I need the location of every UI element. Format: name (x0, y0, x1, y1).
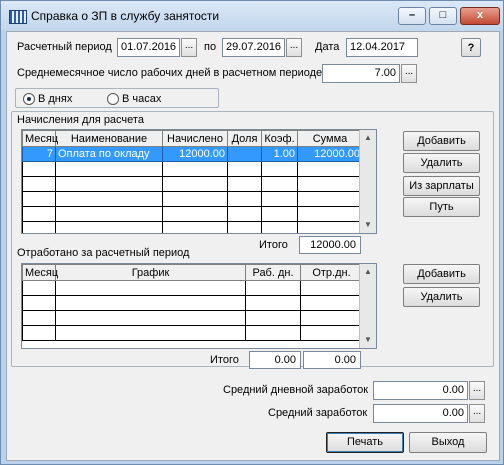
period-to-picker-button[interactable]: ... (286, 38, 302, 57)
maximize-button[interactable]: □ (429, 7, 457, 25)
table-row[interactable] (22, 161, 363, 177)
help-button[interactable]: ? (461, 38, 481, 57)
radio-days[interactable] (23, 93, 35, 105)
cell-accrued[interactable]: 12000.00 (162, 146, 228, 162)
col-month[interactable]: Месяц (22, 264, 58, 281)
col-worked-days[interactable]: Отр.дн. (300, 264, 363, 281)
scroll-up-icon[interactable]: ▲ (360, 264, 376, 280)
exit-button[interactable]: Выход (409, 432, 487, 453)
col-accrued[interactable]: Начислено (162, 130, 228, 147)
worked-total-days-field: 0.00 (249, 351, 301, 369)
scroll-down-icon[interactable]: ▼ (360, 217, 376, 233)
table-row[interactable] (22, 295, 363, 311)
date-label: Дата (315, 41, 340, 53)
accruals-total-field: 12000.00 (299, 236, 361, 254)
minimize-icon: – (408, 9, 416, 21)
scroll-down-icon[interactable]: ▼ (360, 332, 376, 348)
col-name[interactable]: Наименование (55, 130, 163, 147)
close-icon: x (476, 9, 484, 21)
period-from-picker-button[interactable]: ... (181, 38, 197, 57)
table-row[interactable] (22, 176, 363, 192)
avg-daily-button[interactable]: ... (469, 381, 485, 400)
cell-coef[interactable]: 1.00 (261, 146, 298, 162)
accruals-add-button[interactable]: Добавить (403, 131, 480, 151)
worked-scrollbar[interactable]: ▲ ▼ (359, 264, 376, 348)
accruals-table: Месяц Наименование Начислено Доля Коэф. … (22, 130, 363, 233)
scroll-up-icon[interactable]: ▲ (360, 130, 376, 146)
col-coef[interactable]: Коэф. (261, 130, 298, 147)
avg-salary-label: Средний заработок (268, 407, 368, 419)
worked-delete-button[interactable]: Удалить (403, 287, 480, 307)
table-row[interactable]: 7 Оплата по окладу 12000.00 1.00 12000.0… (22, 146, 363, 162)
radio-days-label: В днях (38, 93, 73, 105)
cell-share[interactable] (227, 146, 262, 162)
print-button[interactable]: Печать (326, 432, 404, 453)
table-row[interactable] (22, 325, 363, 341)
path-button[interactable]: Путь (403, 197, 480, 217)
dialog-body: Расчетный период 01.07.2016 ... по 29.07… (6, 31, 500, 461)
avg-daily-label: Средний дневной заработок (223, 384, 369, 396)
worked-table: Месяц График Раб. дн. Отр.дн. (22, 264, 363, 341)
col-share[interactable]: Доля (227, 130, 262, 147)
accruals-grid[interactable]: Месяц Наименование Начислено Доля Коэф. … (21, 129, 377, 234)
avg-salary-button[interactable]: ... (469, 404, 485, 423)
worked-title: Отработано за расчетный период (17, 247, 190, 259)
date-field[interactable]: 12.04.2017 (346, 38, 418, 57)
period-label: Расчетный период (17, 41, 112, 53)
accruals-delete-button[interactable]: Удалить (403, 153, 480, 173)
avg-days-button[interactable]: ... (401, 64, 417, 83)
cell-month[interactable]: 7 (22, 146, 56, 162)
worked-total-label: Итого (210, 354, 239, 366)
table-row[interactable] (22, 310, 363, 326)
radio-hours-label: В часах (122, 93, 162, 105)
avg-days-label: Среднемесячное число рабочих дней в расч… (17, 67, 323, 79)
app-icon (9, 10, 27, 24)
col-work-days[interactable]: Раб. дн. (245, 264, 301, 281)
table-row[interactable] (22, 221, 363, 233)
col-schedule[interactable]: График (55, 264, 246, 281)
main-window: Справка о ЗП в службу занятости – □ x Ра… (0, 0, 504, 465)
period-to-label: по (204, 41, 217, 53)
minimize-button[interactable]: – (398, 7, 426, 25)
avg-days-field[interactable]: 7.00 (322, 64, 400, 83)
col-sum[interactable]: Сумма (297, 130, 363, 147)
radio-hours[interactable] (107, 93, 119, 105)
worked-add-button[interactable]: Добавить (403, 264, 480, 284)
cell-sum[interactable]: 12000.00 (297, 146, 363, 162)
close-button[interactable]: x (460, 7, 500, 25)
table-row[interactable] (22, 280, 363, 296)
worked-total-done-field: 0.00 (303, 351, 361, 369)
avg-salary-field[interactable]: 0.00 (373, 404, 468, 423)
accruals-title: Начисления для расчета (17, 114, 144, 126)
period-from-field[interactable]: 01.07.2016 (117, 38, 180, 57)
avg-daily-field[interactable]: 0.00 (373, 381, 468, 400)
table-row[interactable] (22, 191, 363, 207)
period-to-field[interactable]: 29.07.2016 (222, 38, 285, 57)
from-salary-button[interactable]: Из зарплаты (403, 176, 480, 196)
col-month[interactable]: Месяц (22, 130, 58, 147)
cell-name[interactable]: Оплата по окладу (55, 146, 163, 162)
accruals-scrollbar[interactable]: ▲ ▼ (359, 130, 376, 233)
window-title: Справка о ЗП в службу занятости (31, 9, 220, 23)
worked-grid[interactable]: Месяц График Раб. дн. Отр.дн. ▲ ▼ (21, 263, 377, 349)
accruals-total-label: Итого (259, 239, 288, 251)
table-row[interactable] (22, 206, 363, 222)
title-bar[interactable]: Справка о ЗП в службу занятости – □ x (1, 1, 503, 31)
maximize-icon: □ (439, 9, 447, 21)
